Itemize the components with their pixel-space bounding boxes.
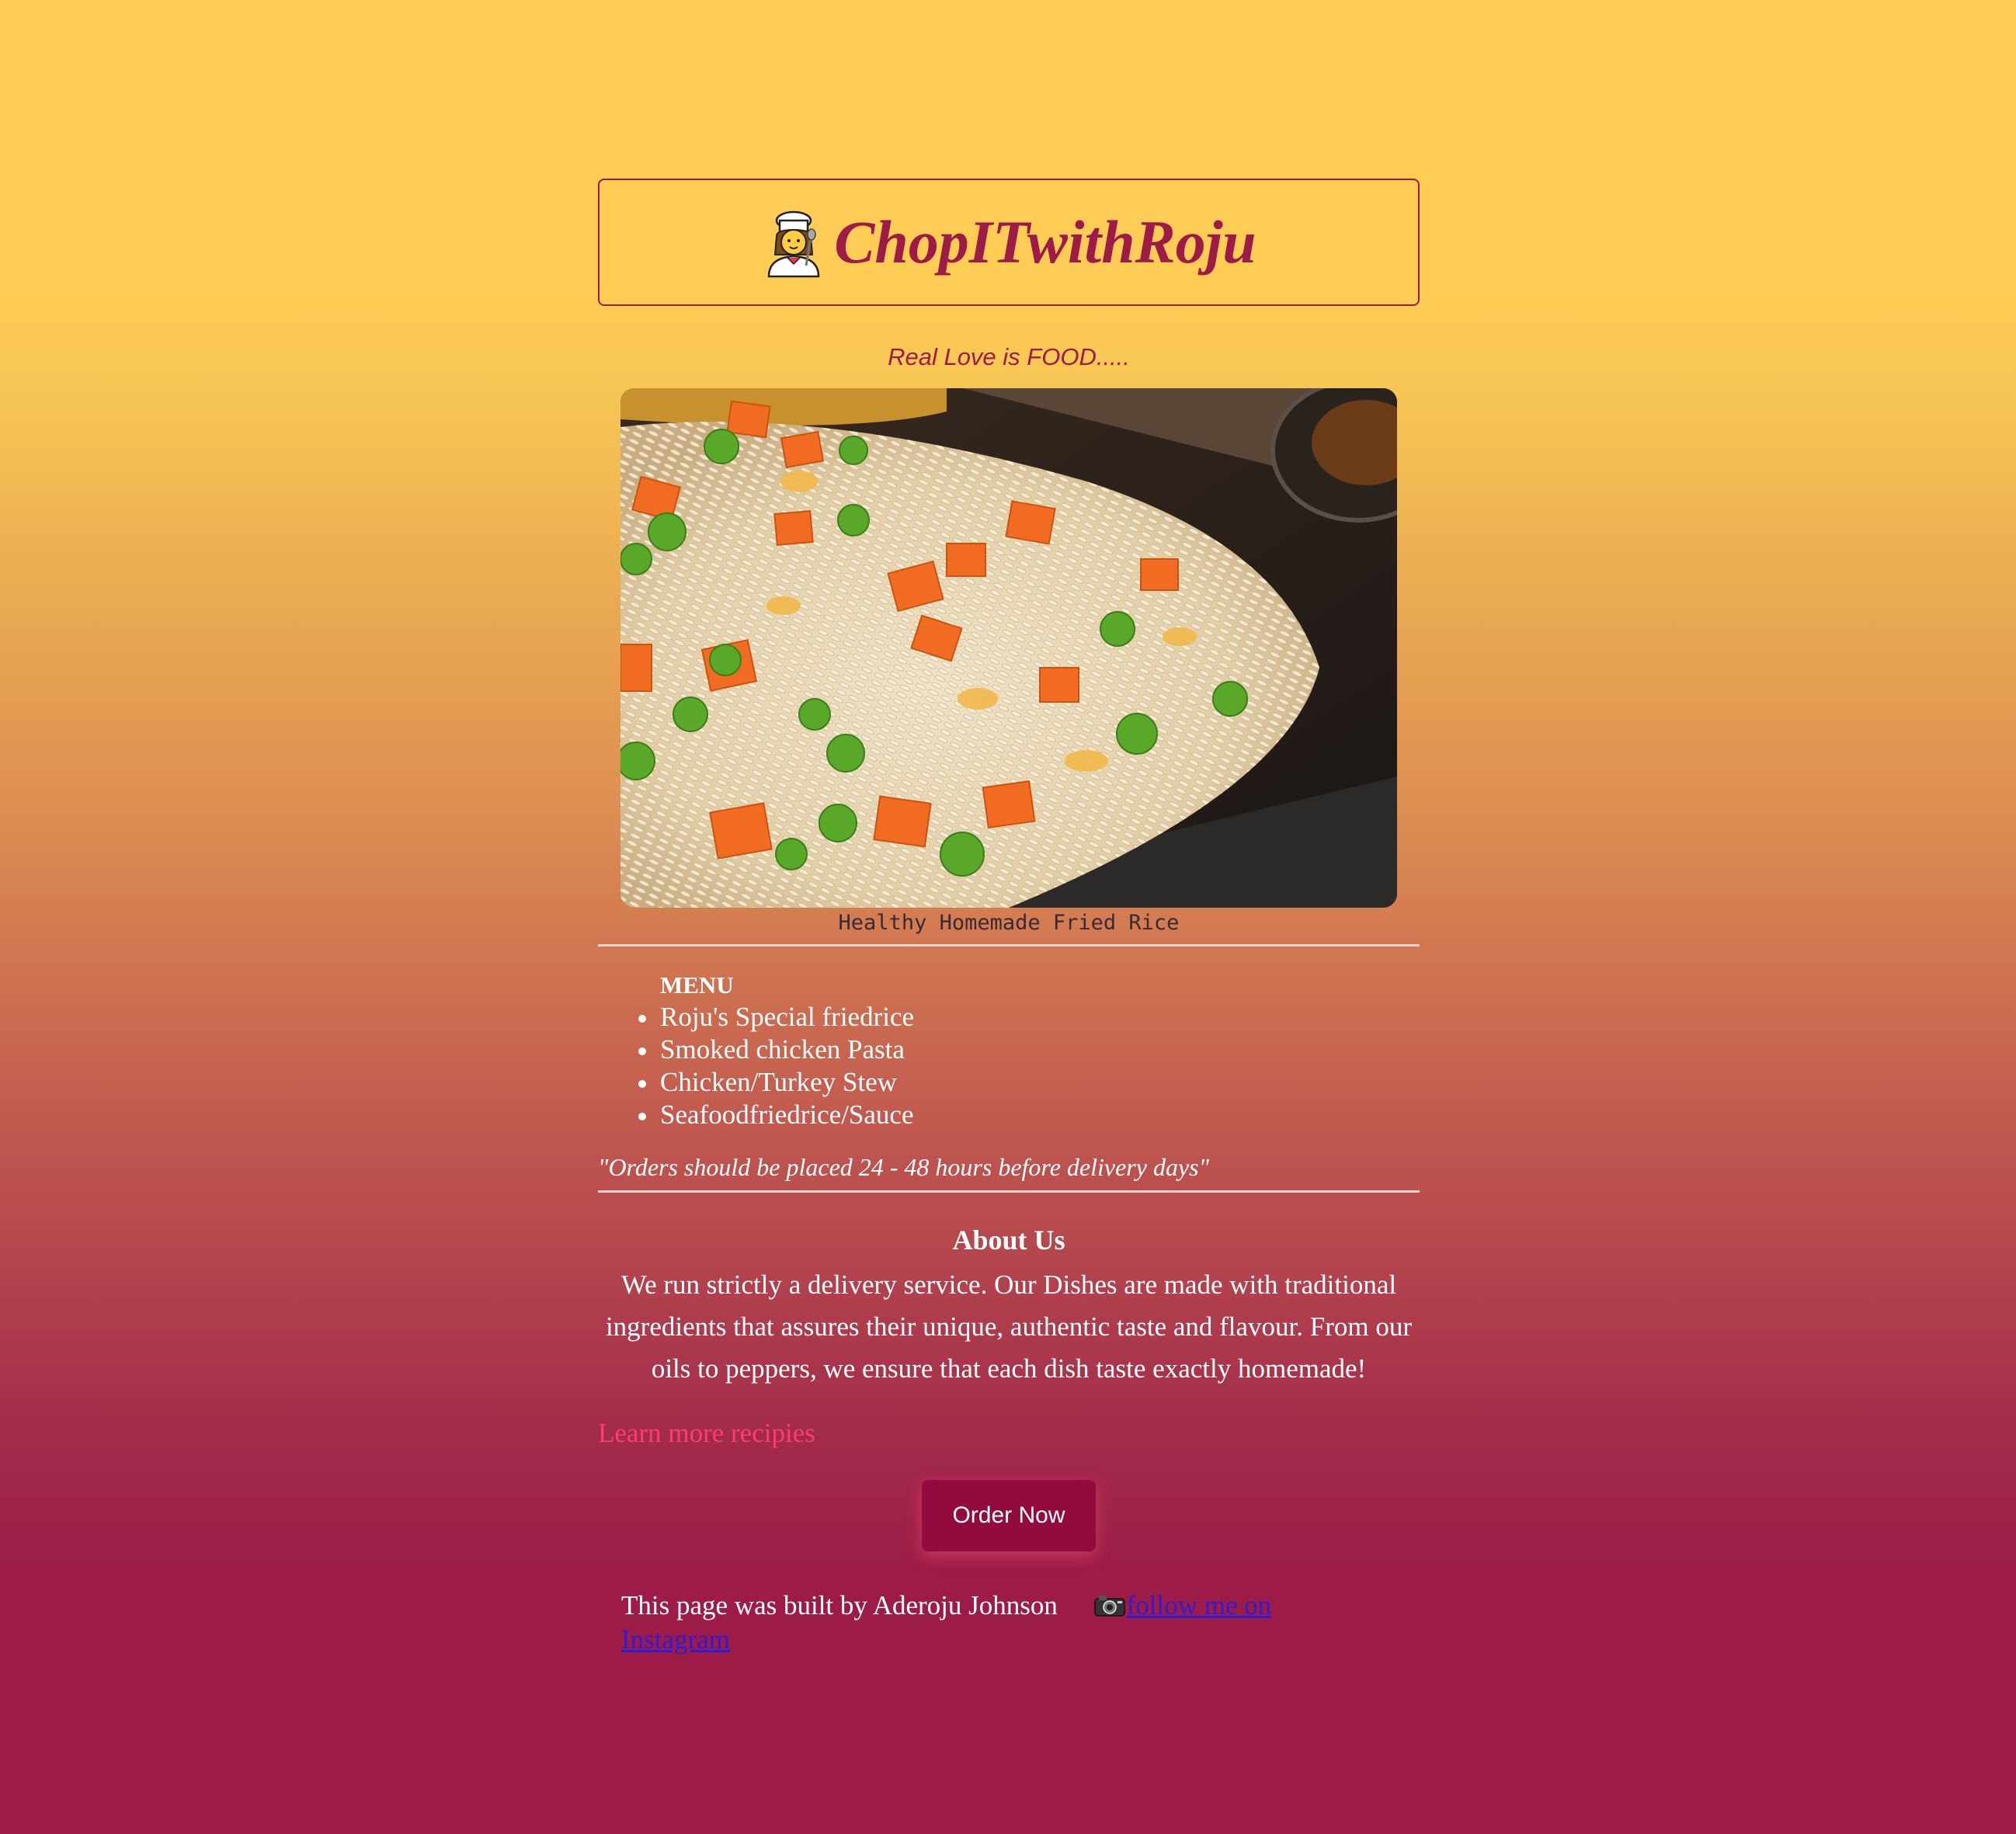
page-container: ChopITwithRoju Real Love is FOOD..... He… — [598, 179, 1420, 1657]
order-button-wrap: Order Now — [598, 1480, 1420, 1551]
order-now-button[interactable]: Order Now — [922, 1480, 1096, 1551]
about-title: About Us — [952, 1224, 1065, 1256]
chef-icon — [768, 210, 820, 278]
camera-icon — [1093, 1596, 1125, 1617]
header-box: ChopITwithRoju — [598, 179, 1420, 306]
footer: This page was built by Aderoju Johnson f… — [621, 1589, 1320, 1657]
menu-item: Seafoodfriedrice/Sauce — [638, 1099, 1420, 1131]
menu-item: Chicken/Turkey Stew — [638, 1066, 1420, 1099]
divider-bottom — [598, 1190, 1420, 1193]
about-text: We run strictly a delivery service. Our … — [605, 1270, 1413, 1384]
menu-list: Roju's Special friedrice Smoked chicken … — [638, 1001, 1420, 1131]
photo-caption: Healthy Homemade Fried Rice — [838, 911, 1180, 935]
fried-rice-photo — [620, 388, 1397, 908]
menu-section: MENU Roju's Special friedrice Smoked chi… — [638, 970, 1420, 1131]
menu-item: Smoked chicken Pasta — [638, 1033, 1420, 1066]
menu-item: Roju's Special friedrice — [638, 1001, 1420, 1033]
tagline: Real Love is FOOD..... — [888, 343, 1130, 370]
divider-top — [598, 944, 1420, 947]
site-title: ChopITwithRoju — [834, 208, 1257, 276]
footer-credit: This page was built by Aderoju Johnson — [621, 1590, 1058, 1620]
order-note: "Orders should be placed 24 - 48 hours b… — [598, 1153, 1210, 1181]
learn-more-link[interactable]: Learn more recipies — [598, 1418, 815, 1449]
menu-heading: MENU — [660, 971, 734, 999]
